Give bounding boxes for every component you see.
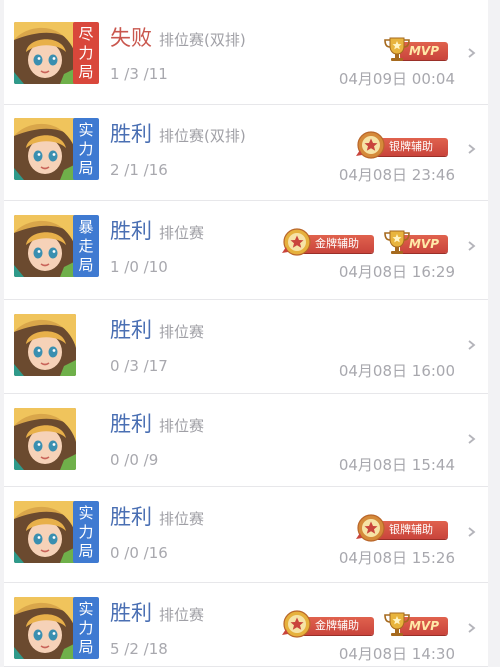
match-row[interactable]: 实力局胜利 排位赛 5 /2 /18 04月08日 14:30 MVP 金牌辅助 [4, 583, 488, 667]
match-mode: 排位赛 [159, 606, 205, 624]
silver-support-badge: 银牌辅助 [356, 130, 448, 160]
mode-tag-char: 实 [78, 503, 94, 522]
silver-support-badge: 银牌辅助 [356, 513, 448, 543]
mode-tag-char: 尽 [78, 24, 94, 43]
match-result: 胜利 [110, 412, 152, 436]
medal-icon [282, 610, 311, 638]
hero-portrait [14, 215, 76, 277]
mode-tag-char: 力 [78, 139, 94, 158]
medal-icon [356, 131, 385, 159]
chevron-right-icon[interactable] [468, 144, 476, 154]
match-date: 04月08日 15:44 [338, 456, 455, 474]
match-date: 04月08日 14:30 [338, 645, 455, 663]
match-result: 胜利 [110, 122, 152, 146]
trophy-icon [384, 612, 410, 636]
hero-avatar [14, 314, 76, 376]
mode-tag: 暴走局 [73, 215, 99, 277]
match-result: 胜利 [110, 601, 152, 625]
mode-tag: 实力局 [73, 118, 99, 180]
mode-tag-char: 局 [78, 255, 94, 274]
match-mode: 排位赛(双排) [159, 127, 246, 145]
mode-tag-char: 力 [78, 618, 94, 637]
match-row[interactable]: 实力局胜利 排位赛 0 /0 /16 04月08日 15:26 银牌辅助 [4, 487, 488, 583]
match-date: 04月08日 16:29 [338, 263, 455, 281]
mode-tag-char: 力 [78, 522, 94, 541]
mode-tag: 实力局 [73, 597, 99, 659]
hero-portrait [14, 118, 76, 180]
match-mode: 排位赛 [159, 510, 205, 528]
mode-tag-char: 局 [78, 541, 94, 560]
match-date: 04月08日 15:26 [338, 549, 455, 567]
match-row[interactable]: 胜利 排位赛 0 /3 /17 04月08日 16:00 [4, 300, 488, 394]
kda-stats: 0 /3 /17 [110, 357, 168, 375]
mode-tag-char: 局 [78, 62, 94, 81]
match-mode: 排位赛 [159, 417, 205, 435]
match-history-list: 尽力局失败 排位赛(双排) 1 /3 /11 04月09日 00:04 MVP 实力局胜… [4, 0, 488, 667]
mvp-badge: MVP [382, 227, 448, 257]
match-mode: 排位赛 [159, 224, 205, 242]
hero-avatar [14, 501, 76, 563]
medal-icon [282, 228, 311, 256]
match-result: 胜利 [110, 318, 152, 342]
mode-tag-char: 力 [78, 43, 94, 62]
mvp-badge: MVP [382, 34, 448, 64]
gold-support-badge: 金牌辅助 [282, 227, 374, 257]
mode-tag-char: 走 [78, 236, 94, 255]
kda-stats: 1 /0 /10 [110, 258, 168, 276]
mode-tag: 尽力局 [73, 22, 99, 84]
match-date: 04月08日 23:46 [338, 166, 455, 184]
match-row[interactable]: 实力局胜利 排位赛(双排) 2 /1 /16 04月08日 23:46 银牌辅助 [4, 104, 488, 201]
hero-portrait [14, 22, 76, 84]
mode-tag-char: 局 [78, 158, 94, 177]
mode-tag: 实力局 [73, 501, 99, 563]
chevron-right-icon[interactable] [468, 623, 476, 633]
mode-tag-char: 实 [78, 120, 94, 139]
gold-support-badge: 金牌辅助 [282, 609, 374, 639]
kda-stats: 1 /3 /11 [110, 65, 168, 83]
kda-stats: 0 /0 /16 [110, 544, 168, 562]
mvp-badge: MVP [382, 609, 448, 639]
kda-stats: 2 /1 /16 [110, 161, 168, 179]
trophy-icon [384, 37, 410, 61]
match-result: 胜利 [110, 505, 152, 529]
kda-stats: 0 /0 /9 [110, 451, 159, 469]
match-date: 04月09日 00:04 [338, 70, 455, 88]
match-mode: 排位赛 [159, 323, 205, 341]
hero-portrait [14, 597, 76, 659]
trophy-icon [384, 230, 410, 254]
hero-portrait [14, 408, 76, 470]
hero-avatar [14, 118, 76, 180]
match-row[interactable]: 胜利 排位赛 0 /0 /9 04月08日 15:44 [4, 394, 488, 487]
mode-tag-char: 局 [78, 637, 94, 656]
hero-avatar [14, 22, 76, 84]
match-result: 胜利 [110, 219, 152, 243]
kda-stats: 5 /2 /18 [110, 640, 168, 658]
medal-icon [356, 514, 385, 542]
hero-avatar [14, 408, 76, 470]
mode-tag-char: 暴 [78, 217, 94, 236]
mode-tag-char: 实 [78, 599, 94, 618]
hero-avatar [14, 597, 76, 659]
hero-portrait [14, 501, 76, 563]
match-mode: 排位赛(双排) [159, 31, 246, 49]
chevron-right-icon[interactable] [468, 527, 476, 537]
match-row[interactable]: 暴走局胜利 排位赛 1 /0 /10 04月08日 16:29 MVP 金牌辅助 [4, 201, 488, 300]
match-date: 04月08日 16:00 [338, 362, 455, 380]
chevron-right-icon[interactable] [468, 340, 476, 350]
chevron-right-icon[interactable] [468, 48, 476, 58]
chevron-right-icon[interactable] [468, 434, 476, 444]
hero-avatar [14, 215, 76, 277]
hero-portrait [14, 314, 76, 376]
match-result: 失败 [110, 26, 152, 50]
match-row[interactable]: 尽力局失败 排位赛(双排) 1 /3 /11 04月09日 00:04 MVP [4, 8, 488, 105]
chevron-right-icon[interactable] [468, 241, 476, 251]
